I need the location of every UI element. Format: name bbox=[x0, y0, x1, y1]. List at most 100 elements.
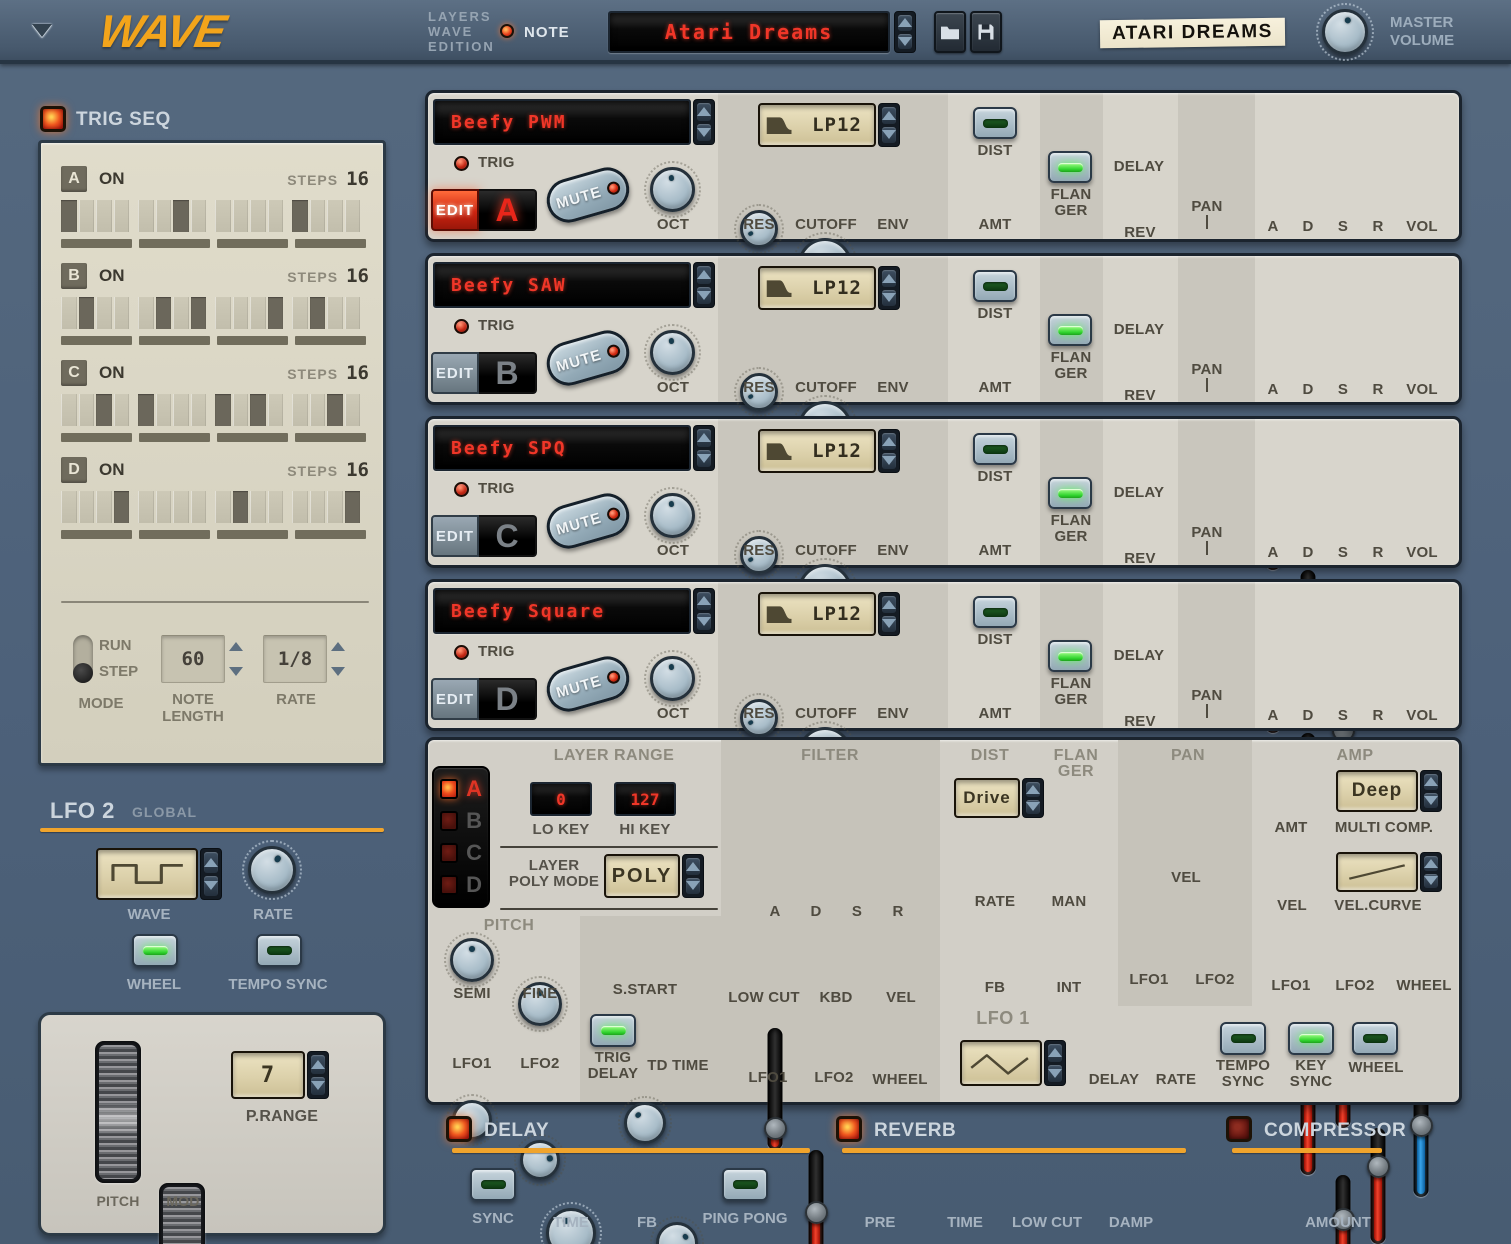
spinner-down-button[interactable] bbox=[1026, 800, 1040, 815]
layer-name-display[interactable]: Beefy PWM bbox=[433, 99, 691, 145]
seq-step[interactable] bbox=[156, 200, 172, 232]
seq-row-letter-badge[interactable]: C bbox=[61, 360, 87, 386]
spinner-up-button[interactable] bbox=[1048, 1044, 1062, 1062]
seq-row-on-label[interactable]: ON bbox=[99, 266, 125, 286]
seq-step[interactable] bbox=[345, 394, 361, 426]
trig-seq-enable-led[interactable] bbox=[40, 106, 66, 132]
seq-step[interactable] bbox=[79, 491, 95, 523]
layer-name-display[interactable]: Beefy Square bbox=[433, 588, 691, 634]
slider-handle[interactable] bbox=[1410, 1114, 1433, 1137]
spinner-up-button[interactable] bbox=[697, 266, 711, 284]
spinner-up-button[interactable] bbox=[882, 433, 896, 450]
menu-dropdown-icon[interactable] bbox=[32, 24, 52, 37]
spinner-down-button[interactable] bbox=[697, 287, 711, 305]
spinner-down-button[interactable] bbox=[1424, 793, 1438, 809]
seq-step[interactable] bbox=[61, 394, 77, 426]
edit-button[interactable]: EDIT bbox=[431, 189, 479, 231]
flanger-button[interactable] bbox=[1048, 477, 1092, 509]
seq-step[interactable] bbox=[345, 200, 361, 232]
seq-step[interactable] bbox=[268, 200, 284, 232]
seq-step[interactable] bbox=[156, 297, 172, 329]
seq-step[interactable] bbox=[345, 297, 361, 329]
load-preset-button[interactable] bbox=[934, 11, 966, 53]
seq-step[interactable] bbox=[292, 200, 308, 232]
hi-key-display[interactable]: 127 bbox=[614, 782, 676, 816]
filter-attack-slider[interactable] bbox=[763, 1028, 787, 1150]
spinner-up-button[interactable] bbox=[1424, 774, 1438, 790]
trig-delay-button[interactable] bbox=[590, 1014, 636, 1047]
lfo1-wheel-button[interactable] bbox=[1352, 1022, 1398, 1055]
seq-step[interactable] bbox=[292, 491, 308, 523]
seq-step[interactable] bbox=[138, 394, 154, 426]
oct-knob[interactable] bbox=[650, 330, 695, 375]
seq-step[interactable] bbox=[327, 200, 343, 232]
flanger-button[interactable] bbox=[1048, 151, 1092, 183]
spinner-down-button[interactable] bbox=[882, 127, 896, 144]
filter-type-display[interactable]: LP12 bbox=[758, 592, 876, 636]
seq-step[interactable] bbox=[61, 200, 77, 232]
seq-step[interactable] bbox=[215, 491, 231, 523]
lo-key-display[interactable]: 0 bbox=[530, 782, 592, 816]
seq-step[interactable] bbox=[173, 200, 189, 232]
seq-step[interactable] bbox=[96, 491, 112, 523]
seq-step[interactable] bbox=[268, 394, 284, 426]
seq-step[interactable] bbox=[310, 394, 326, 426]
slider-handle[interactable] bbox=[1367, 1155, 1390, 1178]
spinner-up-button[interactable] bbox=[882, 270, 896, 287]
seq-step[interactable] bbox=[138, 491, 154, 523]
save-preset-button[interactable] bbox=[970, 11, 1002, 53]
master-volume-knob[interactable] bbox=[1322, 9, 1368, 55]
seq-step[interactable] bbox=[156, 491, 172, 523]
spinner-down-button[interactable] bbox=[882, 453, 896, 470]
mute-button[interactable]: MUTE bbox=[542, 162, 635, 227]
lfo1-tempo-sync-button[interactable] bbox=[1220, 1022, 1266, 1055]
oct-knob[interactable] bbox=[650, 493, 695, 538]
layer-select-item-D[interactable]: D bbox=[440, 871, 482, 899]
spinner-down-button[interactable] bbox=[697, 450, 711, 468]
spinner-up-button[interactable] bbox=[204, 852, 218, 873]
delay-sync-button[interactable] bbox=[470, 1168, 516, 1201]
seq-steps-value[interactable]: 16 bbox=[346, 459, 369, 481]
flanger-button[interactable] bbox=[1048, 314, 1092, 346]
seq-step[interactable] bbox=[327, 297, 343, 329]
dist-button[interactable] bbox=[973, 596, 1017, 628]
lfo2-rate-knob[interactable] bbox=[248, 846, 296, 894]
seq-step[interactable] bbox=[268, 491, 284, 523]
seq-step[interactable] bbox=[191, 491, 207, 523]
spinner-up-button[interactable] bbox=[697, 592, 711, 610]
delay-enable-led[interactable] bbox=[446, 1116, 472, 1142]
lfo2-tempo-sync-button[interactable] bbox=[256, 934, 302, 967]
seq-step[interactable] bbox=[191, 297, 207, 329]
seq-mode-step-label[interactable]: STEP bbox=[99, 663, 138, 680]
spinner-down-button[interactable] bbox=[898, 34, 912, 50]
seq-step[interactable] bbox=[114, 491, 130, 523]
seq-step[interactable] bbox=[215, 297, 231, 329]
seq-step[interactable] bbox=[191, 200, 207, 232]
layer-select-item-B[interactable]: B bbox=[440, 807, 482, 835]
vel-curve-display[interactable] bbox=[1336, 852, 1418, 892]
spinner-down-button[interactable] bbox=[1424, 874, 1438, 889]
seq-step[interactable] bbox=[96, 297, 112, 329]
layer-select-item-A[interactable]: A bbox=[440, 775, 482, 803]
lfo2-wave-display[interactable] bbox=[96, 848, 198, 900]
seq-step[interactable] bbox=[79, 394, 95, 426]
oct-knob[interactable] bbox=[650, 167, 695, 212]
seq-step[interactable] bbox=[79, 200, 95, 232]
seq-step[interactable] bbox=[233, 297, 249, 329]
seq-step[interactable] bbox=[215, 200, 231, 232]
seq-step[interactable] bbox=[250, 297, 266, 329]
spinner-down-button[interactable] bbox=[686, 878, 700, 895]
dist-button[interactable] bbox=[973, 433, 1017, 465]
seq-step[interactable] bbox=[114, 394, 130, 426]
seq-step[interactable] bbox=[292, 394, 308, 426]
seq-step[interactable] bbox=[310, 297, 326, 329]
dist-button[interactable] bbox=[973, 270, 1017, 302]
mute-button[interactable]: MUTE bbox=[542, 325, 635, 390]
seq-step[interactable] bbox=[114, 200, 130, 232]
compressor-enable-led[interactable] bbox=[1226, 1116, 1252, 1142]
seq-step[interactable] bbox=[173, 394, 189, 426]
spinner-up-button[interactable] bbox=[882, 107, 896, 124]
seq-step[interactable] bbox=[233, 200, 249, 232]
dist-mode-value[interactable]: Drive bbox=[954, 778, 1020, 818]
seq-step[interactable] bbox=[345, 491, 361, 523]
